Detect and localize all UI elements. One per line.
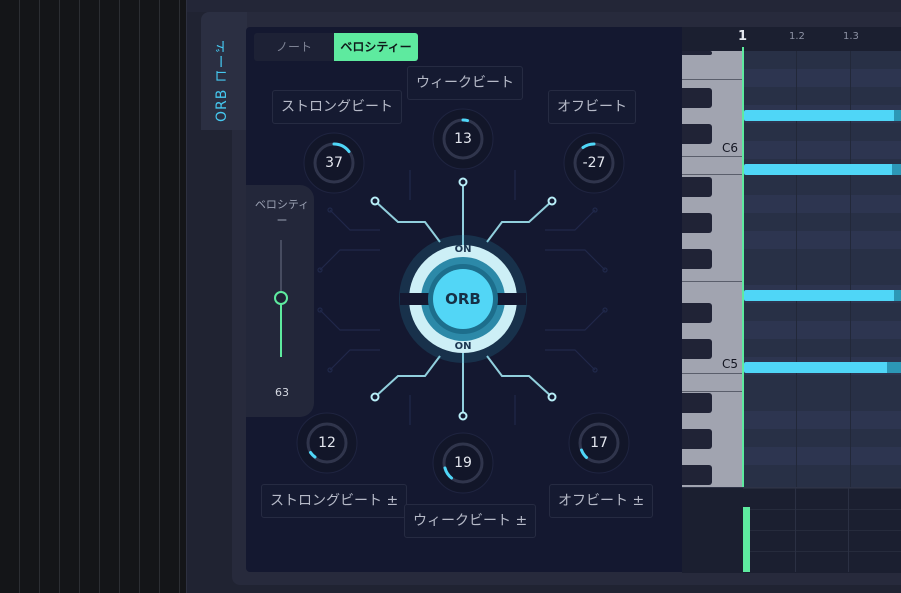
black-key[interactable] (682, 429, 712, 449)
midi-note[interactable] (744, 110, 901, 121)
weak-beat-range-label: ウィークビート ± (404, 504, 537, 538)
off-beat-knob[interactable]: -27 (562, 131, 626, 195)
weak-beat-range-knob[interactable]: 19 (431, 431, 495, 495)
strong-beat-value: 37 (325, 155, 343, 171)
weak-beat-range-value: 19 (454, 455, 472, 471)
off-beat-value: -27 (582, 155, 606, 171)
key-divider (682, 156, 743, 157)
velocity-slider-thumb[interactable] (274, 291, 288, 305)
velocity-value: 63 (275, 386, 289, 399)
ruler-beat-2: 1.2 (789, 31, 805, 42)
velocity-label: ベロシティー (254, 198, 310, 227)
black-key[interactable] (682, 213, 712, 233)
device-title: ORB コード (214, 38, 230, 122)
black-key[interactable] (682, 124, 712, 144)
strong-beat-knob[interactable]: 37 (302, 131, 366, 195)
playhead[interactable] (742, 47, 744, 487)
key-label-c5: C5 (722, 357, 739, 371)
ruler-bar-1: 1 (738, 29, 748, 44)
grid-row (743, 321, 901, 339)
weak-beat-knob[interactable]: 13 (431, 107, 495, 171)
key-divider (682, 373, 743, 374)
off-beat-range-knob[interactable]: 17 (567, 411, 631, 475)
grid-row (743, 195, 901, 213)
orb-top-toggle[interactable]: ON (443, 244, 483, 255)
midi-note[interactable] (744, 164, 901, 175)
off-beat-label: オフビート (548, 90, 636, 124)
midi-note[interactable] (744, 362, 901, 373)
ruler-beat-3: 1.3 (843, 31, 859, 42)
black-key[interactable] (682, 339, 712, 359)
strong-beat-range-label: ストロングビート ± (261, 484, 408, 518)
grid-row (743, 69, 901, 87)
key-divider (682, 391, 743, 392)
key-label-c6: C6 (722, 141, 739, 155)
off-beat-range-label: オフビート ± (549, 484, 654, 518)
key-divider (682, 174, 743, 175)
black-key[interactable] (682, 51, 712, 55)
strong-beat-label: ストロングビート (272, 90, 402, 124)
orb-center-button[interactable]: ORB (433, 269, 493, 329)
grid-row (743, 231, 901, 249)
black-key[interactable] (682, 88, 712, 108)
strong-beat-range-knob[interactable]: 12 (295, 411, 359, 475)
key-divider (682, 79, 743, 80)
black-key[interactable] (682, 465, 712, 485)
strong-beat-range-value: 12 (318, 435, 336, 451)
black-key[interactable] (682, 249, 712, 269)
black-key[interactable] (682, 303, 712, 323)
velocity-lane-grid[interactable] (743, 488, 901, 572)
off-beat-range-value: 17 (590, 435, 608, 451)
grid-row (743, 141, 901, 159)
piano-keyboard[interactable]: C6 C5 (682, 51, 743, 487)
grid-row (743, 447, 901, 465)
weak-beat-value: 13 (454, 131, 472, 147)
midi-note[interactable] (744, 290, 901, 301)
key-divider (682, 281, 743, 282)
black-key[interactable] (682, 393, 712, 413)
arrangement-track-lanes (0, 0, 187, 593)
weak-beat-label: ウィークビート (407, 66, 523, 100)
orb-bottom-toggle[interactable]: ON (443, 341, 483, 352)
black-key[interactable] (682, 177, 712, 197)
velocity-bar[interactable] (743, 507, 750, 572)
grid-row (743, 411, 901, 429)
device-header-strip (187, 0, 901, 12)
velocity-slider-fill (280, 298, 282, 357)
